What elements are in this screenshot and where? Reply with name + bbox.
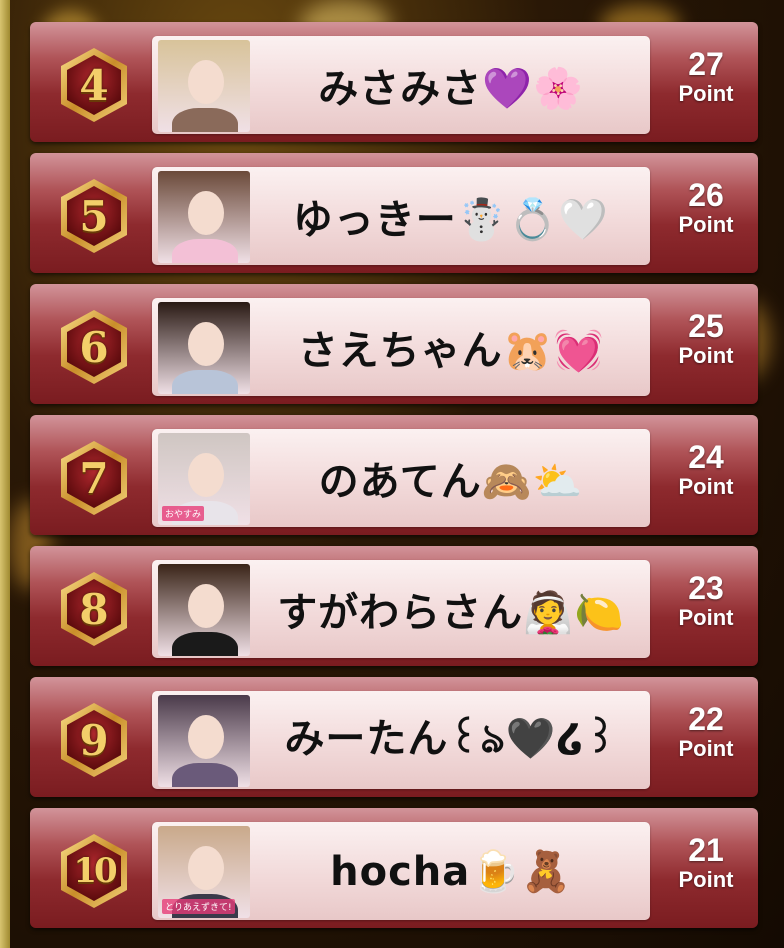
points-value: 22	[688, 701, 724, 737]
ranking-row[interactable]: 5 ゆっきー☃️💍🤍 26 Point	[30, 153, 758, 273]
cast-avatar[interactable]	[158, 564, 250, 656]
avatar-body	[172, 239, 238, 263]
avatar-body	[172, 370, 238, 394]
rank-badge: 4	[58, 46, 130, 124]
points-unit: Point	[678, 343, 734, 368]
cast-name[interactable]: みさみさ💜🌸	[256, 36, 646, 134]
avatar-caption: おやすみ	[162, 506, 205, 521]
ranking-row[interactable]: 10 とりあえずきて! hocha🍺🧸 21 Point	[30, 808, 758, 928]
name-panel[interactable]: すがわらさん👰🍋	[152, 560, 650, 658]
ranking-row[interactable]: 8 すがわらさん👰🍋 23 Point	[30, 546, 758, 666]
ranking-row[interactable]: 9 みーたん꒰ঌ🖤໒꒱ 22 Point	[30, 677, 758, 797]
avatar-face	[188, 322, 224, 366]
points-value: 21	[688, 832, 724, 868]
points-value: 27	[688, 46, 724, 82]
rank-number: 10	[73, 851, 117, 891]
avatar-face	[188, 584, 224, 628]
rank-number: 6	[79, 322, 109, 372]
points-unit: Point	[678, 474, 734, 499]
avatar-caption: とりあえずきて!	[162, 899, 235, 914]
rank-badge: 8	[58, 570, 130, 648]
points-unit: Point	[678, 605, 734, 630]
cast-name[interactable]: さえちゃん🐹💓	[256, 298, 646, 396]
avatar-face	[188, 715, 224, 759]
rank-badge: 6	[58, 308, 130, 386]
points-box: 24 Point	[660, 439, 752, 519]
points-unit: Point	[678, 736, 734, 761]
points-unit: Point	[678, 867, 734, 892]
points-box: 23 Point	[660, 570, 752, 650]
rank-number: 7	[79, 453, 109, 503]
points-value: 24	[688, 439, 724, 475]
name-panel[interactable]: みさみさ💜🌸	[152, 36, 650, 134]
rank-number: 9	[79, 715, 109, 765]
name-panel[interactable]: おやすみ のあてん🙈⛅	[152, 429, 650, 527]
points-value: 25	[688, 308, 724, 344]
name-panel[interactable]: みーたん꒰ঌ🖤໒꒱	[152, 691, 650, 789]
avatar-body	[172, 632, 238, 656]
points-box: 22 Point	[660, 701, 752, 781]
points-box: 25 Point	[660, 308, 752, 388]
cast-name[interactable]: のあてん🙈⛅	[256, 429, 646, 527]
ranking-list: 4 みさみさ💜🌸 27 Point 5 ゆっきー☃️💍🤍 26 Point 6 …	[30, 22, 758, 939]
ranking-row[interactable]: 6 さえちゃん🐹💓 25 Point	[30, 284, 758, 404]
points-unit: Point	[678, 81, 734, 106]
cast-avatar[interactable]	[158, 302, 250, 394]
rank-badge: 9	[58, 701, 130, 779]
cast-name[interactable]: ゆっきー☃️💍🤍	[256, 167, 646, 265]
rank-number: 5	[79, 191, 109, 241]
cast-avatar[interactable]	[158, 40, 250, 132]
avatar-face	[188, 60, 224, 104]
avatar-face	[188, 453, 224, 497]
points-box: 21 Point	[660, 832, 752, 912]
points-value: 26	[688, 177, 724, 213]
cast-name[interactable]: hocha🍺🧸	[256, 822, 646, 920]
cast-name[interactable]: みーたん꒰ঌ🖤໒꒱	[256, 691, 646, 789]
cast-avatar[interactable]: とりあえずきて!	[158, 826, 250, 918]
points-unit: Point	[678, 212, 734, 237]
points-box: 26 Point	[660, 177, 752, 257]
avatar-face	[188, 191, 224, 235]
name-panel[interactable]: ゆっきー☃️💍🤍	[152, 167, 650, 265]
avatar-body	[172, 108, 238, 132]
rank-badge: 7	[58, 439, 130, 517]
name-panel[interactable]: さえちゃん🐹💓	[152, 298, 650, 396]
left-gold-border	[0, 0, 10, 948]
ranking-row[interactable]: 7 おやすみ のあてん🙈⛅ 24 Point	[30, 415, 758, 535]
points-value: 23	[688, 570, 724, 606]
name-panel[interactable]: とりあえずきて! hocha🍺🧸	[152, 822, 650, 920]
points-box: 27 Point	[660, 46, 752, 126]
rank-number: 8	[79, 584, 109, 634]
rank-badge: 10	[58, 832, 130, 910]
ranking-row[interactable]: 4 みさみさ💜🌸 27 Point	[30, 22, 758, 142]
avatar-face	[188, 846, 224, 890]
rank-badge: 5	[58, 177, 130, 255]
cast-name[interactable]: すがわらさん👰🍋	[256, 560, 646, 658]
rank-number: 4	[79, 60, 109, 110]
cast-avatar[interactable]	[158, 695, 250, 787]
avatar-body	[172, 763, 238, 787]
cast-avatar[interactable]	[158, 171, 250, 263]
cast-avatar[interactable]: おやすみ	[158, 433, 250, 525]
